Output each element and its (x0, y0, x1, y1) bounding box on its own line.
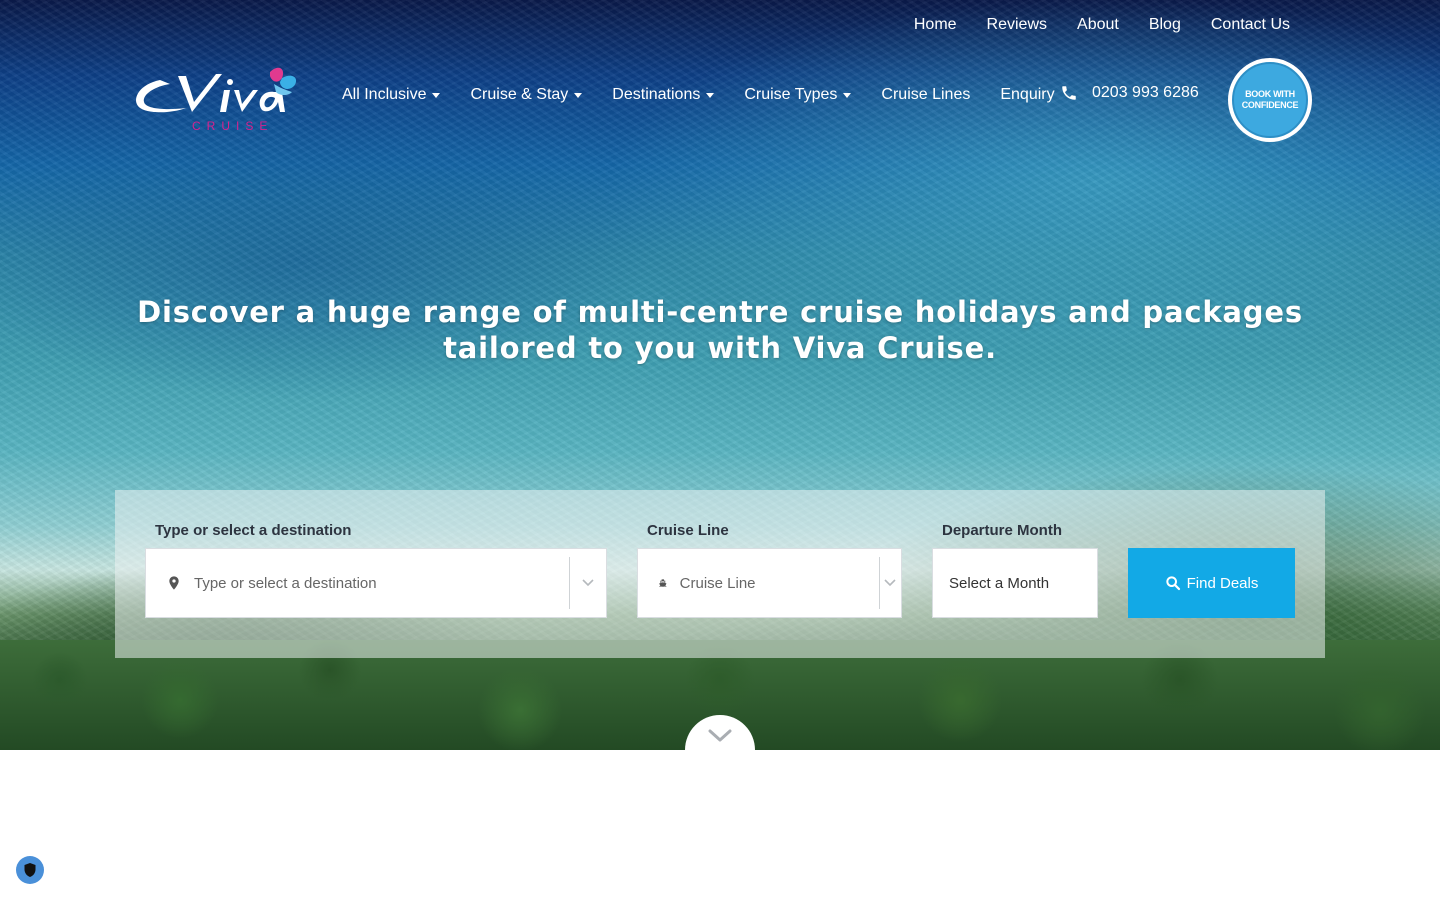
nav-enquiry[interactable]: Enquiry (1000, 84, 1054, 106)
destination-dropdown-toggle[interactable] (570, 579, 606, 587)
caret-down-icon (706, 92, 715, 98)
nav-cruise-lines-label: Cruise Lines (881, 86, 971, 103)
find-deals-button[interactable]: Find Deals (1128, 548, 1295, 618)
ship-icon (659, 579, 667, 587)
cruise-line-field[interactable] (637, 548, 902, 618)
caret-down-icon (843, 92, 852, 98)
top-nav-blog[interactable]: Blog (1149, 14, 1181, 36)
badge-line2: CONFIDENCE (1241, 100, 1299, 110)
top-nav-home[interactable]: Home (914, 14, 957, 36)
nav-enquiry-label: Enquiry (1000, 86, 1055, 103)
hero-headline: Discover a huge range of multi-centre cr… (137, 295, 1303, 365)
nav-destinations[interactable]: Destinations (612, 84, 715, 106)
destination-label: Type or select a destination (155, 522, 352, 539)
departure-month-value: Select a Month (949, 574, 1050, 592)
phone-number: 0203 993 6286 (1092, 84, 1199, 101)
scroll-down-button[interactable] (685, 715, 755, 785)
destination-field[interactable] (145, 548, 607, 618)
search-panel: Type or select a destination Cruise Line… (115, 490, 1325, 658)
shield-icon (24, 863, 36, 877)
top-nav-contact[interactable]: Contact Us (1211, 14, 1290, 36)
chevron-down-icon (884, 579, 896, 587)
viva-cruise-logo[interactable]: CRUISE (130, 62, 300, 138)
nav-cruise-lines[interactable]: Cruise Lines (881, 84, 970, 106)
cruise-line-label: Cruise Line (647, 522, 729, 539)
phone-icon (1062, 86, 1076, 100)
destination-input[interactable] (194, 574, 569, 592)
logo-wordmark-icon (136, 67, 297, 113)
badge-inner: BOOK WITH CONFIDENCE (1232, 62, 1308, 138)
phone-link[interactable]: 0203 993 6286 (1060, 84, 1199, 102)
top-nav-about[interactable]: About (1077, 14, 1119, 36)
nav-all-inclusive-label: All Inclusive (342, 86, 427, 103)
nav-destinations-label: Destinations (612, 86, 701, 103)
nav-cruise-stay[interactable]: Cruise & Stay (470, 84, 583, 106)
book-with-confidence-badge[interactable]: BOOK WITH CONFIDENCE (1228, 58, 1312, 142)
map-pin-icon (169, 576, 179, 590)
find-deals-label: Find Deals (1186, 574, 1259, 592)
cruise-line-input[interactable] (679, 574, 879, 592)
departure-month-select[interactable]: Select a Month (932, 548, 1098, 618)
nav-all-inclusive[interactable]: All Inclusive (342, 84, 441, 106)
departure-month-label: Departure Month (942, 522, 1062, 539)
logo-tagline: CRUISE (192, 119, 274, 133)
badge-line1: BOOK WITH (1245, 89, 1295, 99)
nav-cruise-stay-label: Cruise & Stay (470, 86, 569, 103)
top-nav: Home Reviews About Blog Contact Us (914, 14, 1290, 36)
caret-down-icon (432, 92, 441, 98)
search-icon (1165, 576, 1180, 591)
cruise-line-dropdown-toggle[interactable] (879, 579, 901, 587)
privacy-settings-button[interactable] (16, 856, 44, 884)
chevron-down-icon (582, 579, 594, 587)
nav-cruise-types[interactable]: Cruise Types (744, 84, 852, 106)
nav-cruise-types-label: Cruise Types (744, 86, 838, 103)
top-nav-reviews[interactable]: Reviews (987, 14, 1047, 36)
caret-down-icon (574, 92, 583, 98)
chevron-down-icon (708, 729, 732, 742)
main-nav: All Inclusive Cruise & Stay Destinations… (342, 84, 1085, 106)
